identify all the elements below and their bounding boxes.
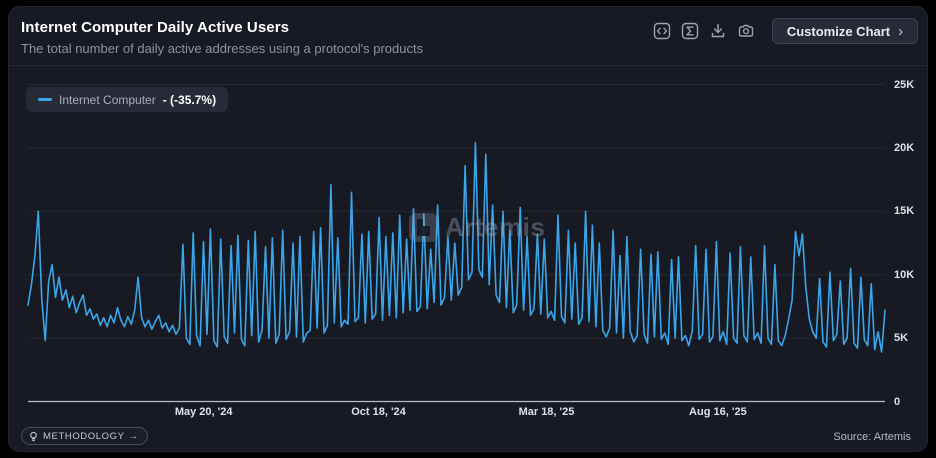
y-axis-tick-label: 20K [894,142,914,154]
camera-icon[interactable] [736,21,756,41]
x-axis-tick-label: Aug 16, '25 [689,406,747,418]
chart-svg [28,84,885,402]
customize-chart-label: Customize Chart [787,24,890,39]
source-attribution: Source: Artemis [833,431,911,443]
arrow-right-icon: → [129,431,139,442]
x-axis-labels: May 20, '24 Oct 18, '24 Mar 18, '25 Aug 16,… [28,406,885,420]
page-title: Internet Computer Daily Active Users [21,19,289,36]
y-axis-tick-label: 10K [894,269,914,281]
legend-change-badge: - (-35.7%) [163,93,216,107]
formula-sigma-icon[interactable] [680,21,700,41]
y-axis-labels: 25K20K15K10K5K0 [894,84,928,402]
lightbulb-icon [28,431,39,442]
y-axis-tick-label: 15K [894,205,914,217]
customize-chart-button[interactable]: Customize Chart › [772,18,918,44]
y-axis-tick-label: 25K [894,79,914,91]
chevron-right-icon: › [898,24,903,39]
chart-plot-area[interactable] [28,84,885,402]
page-subtitle: The total number of daily active address… [21,41,423,56]
chart-card: Internet Computer Daily Active Users The… [8,6,928,452]
legend-series-name: Internet Computer [59,93,156,107]
chart-header: Internet Computer Daily Active Users The… [9,7,927,66]
methodology-label: METHODOLOGY [43,431,125,442]
methodology-button[interactable]: METHODOLOGY → [21,427,148,445]
x-axis-tick-label: Mar 18, '25 [519,406,575,418]
y-axis-tick-label: 5K [894,332,908,344]
embed-code-icon[interactable] [652,21,672,41]
toolbar: Customize Chart › [652,17,918,45]
x-axis-tick-label: Oct 18, '24 [351,406,406,418]
y-axis-tick-label: 0 [894,396,900,408]
x-axis-tick-label: May 20, '24 [175,406,233,418]
legend-series-dash-icon [38,98,52,101]
download-icon[interactable] [708,21,728,41]
legend-chip[interactable]: Internet Computer - (-35.7%) [26,87,228,112]
